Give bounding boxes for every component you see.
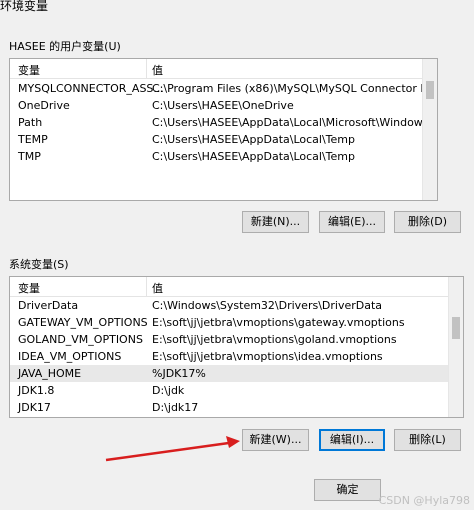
watermark-text: CSDN @Hyla798: [378, 494, 470, 507]
ok-button[interactable]: 确定: [314, 479, 381, 501]
annotation-arrow: [105, 436, 240, 462]
